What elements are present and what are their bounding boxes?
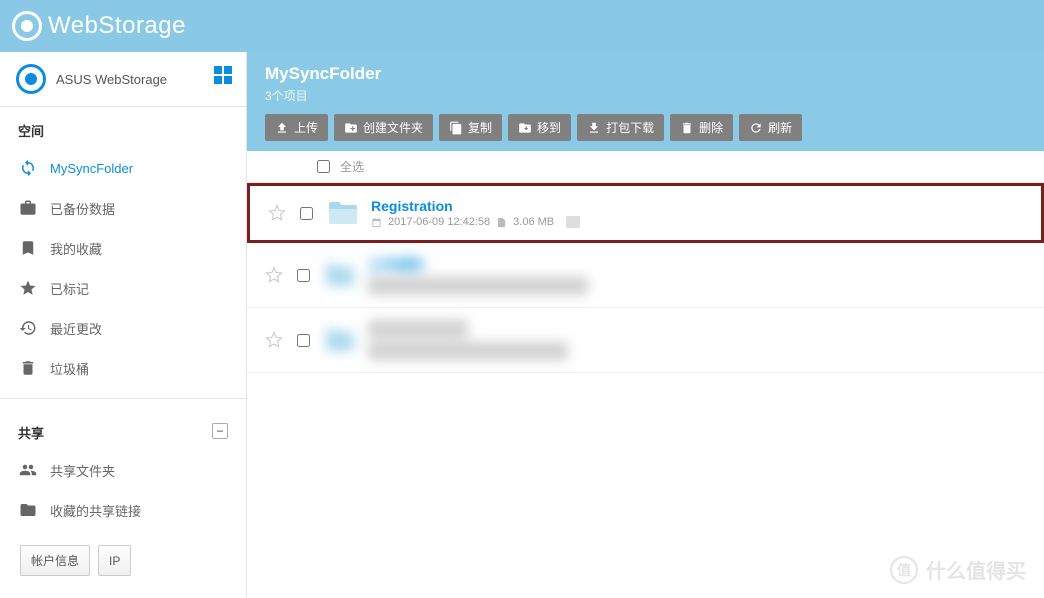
row-checkbox[interactable] xyxy=(297,269,310,282)
delete-button[interactable]: 删除 xyxy=(670,114,733,141)
folder-icon xyxy=(324,327,356,353)
file-row[interactable]: Registration 2017-06-09 12:42:58 3.06 MB xyxy=(247,183,1044,243)
row-checkbox[interactable] xyxy=(297,334,310,347)
account-icon xyxy=(16,64,46,94)
calendar-icon xyxy=(371,217,382,228)
account-name: ASUS WebStorage xyxy=(56,72,167,87)
star-toggle-icon[interactable] xyxy=(268,204,286,222)
sync-icon xyxy=(18,158,38,178)
file-name: Registration xyxy=(371,198,1023,214)
select-all-row: 全选 xyxy=(247,151,1044,183)
folder-icon xyxy=(324,262,356,288)
sidebar-item-tagged[interactable]: 已标记 xyxy=(0,268,246,308)
app-header: WebStorage xyxy=(0,0,1044,52)
users-icon xyxy=(18,460,38,480)
star-toggle-icon[interactable] xyxy=(265,331,283,349)
collapse-icon[interactable]: − xyxy=(212,423,228,439)
logo-icon xyxy=(12,11,42,41)
row-checkbox[interactable] xyxy=(300,207,313,220)
sidebar-footer: 帐户信息 IP xyxy=(20,545,131,576)
new-folder-button[interactable]: 创建文件夹 xyxy=(334,114,433,141)
sidebar-item-shared-links[interactable]: 收藏的共享链接 xyxy=(0,490,246,530)
account-row[interactable]: ASUS WebStorage xyxy=(0,52,246,107)
file-date: 2017-06-09 12:42:58 xyxy=(388,216,490,228)
sidebar-item-shared-folder[interactable]: 共享文件夹 xyxy=(0,450,246,490)
clock-icon xyxy=(18,318,38,338)
sidebar: ASUS WebStorage 空间 MySyncFolder 已备份数据 我的… xyxy=(0,52,247,598)
sidebar-item-label: 已备份数据 xyxy=(50,199,115,218)
section-space: 空间 xyxy=(0,107,246,148)
file-row[interactable]: 工作资料 xyxy=(247,243,1044,308)
main-header: MySyncFolder 3个项目 xyxy=(247,52,1044,114)
briefcase-icon xyxy=(18,198,38,218)
file-info: 工作资料 xyxy=(368,255,1026,295)
trash-icon xyxy=(18,358,38,378)
toolbar: 上传 创建文件夹 复制 移到 打包下载 删除 刷新 xyxy=(247,114,1044,151)
sidebar-item-label: MySyncFolder xyxy=(50,161,133,176)
link-folder-icon xyxy=(18,500,38,520)
item-count: 3个项目 xyxy=(265,87,1026,104)
sidebar-item-backup[interactable]: 已备份数据 xyxy=(0,188,246,228)
star-toggle-icon[interactable] xyxy=(265,266,283,284)
upload-button[interactable]: 上传 xyxy=(265,114,328,141)
file-info: Registration 2017-06-09 12:42:58 3.06 MB xyxy=(371,198,1023,228)
sidebar-item-label: 我的收藏 xyxy=(50,239,102,258)
sidebar-item-label: 收藏的共享链接 xyxy=(50,501,141,520)
brand-name: WebStorage xyxy=(48,12,186,40)
section-share: 共享 − xyxy=(0,409,246,450)
sidebar-item-recent[interactable]: 最近更改 xyxy=(0,308,246,348)
sidebar-item-label: 垃圾桶 xyxy=(50,359,89,378)
ip-button[interactable]: IP xyxy=(98,545,131,576)
file-name: 工作资料 xyxy=(368,255,1026,275)
sidebar-item-label: 共享文件夹 xyxy=(50,461,115,480)
file-row[interactable] xyxy=(247,308,1044,373)
divider xyxy=(0,398,246,399)
download-button[interactable]: 打包下载 xyxy=(577,114,664,141)
comment-icon[interactable] xyxy=(566,216,580,228)
grid-view-icon[interactable] xyxy=(214,66,232,84)
sidebar-item-favorites[interactable]: 我的收藏 xyxy=(0,228,246,268)
page-title: MySyncFolder xyxy=(265,64,1026,84)
account-info-button[interactable]: 帐户信息 xyxy=(20,545,90,576)
select-all-checkbox[interactable] xyxy=(317,160,330,173)
file-icon xyxy=(496,217,507,228)
bookmark-icon xyxy=(18,238,38,258)
copy-button[interactable]: 复制 xyxy=(439,114,502,141)
file-info xyxy=(368,320,1026,360)
main-panel: MySyncFolder 3个项目 上传 创建文件夹 复制 移到 打包下载 删除… xyxy=(247,52,1044,598)
file-list: Registration 2017-06-09 12:42:58 3.06 MB… xyxy=(247,183,1044,598)
refresh-button[interactable]: 刷新 xyxy=(739,114,802,141)
folder-icon xyxy=(327,200,359,226)
sidebar-item-mysyncfolder[interactable]: MySyncFolder xyxy=(0,148,246,188)
file-size: 3.06 MB xyxy=(513,216,554,228)
select-all-label: 全选 xyxy=(340,158,364,175)
file-meta: 2017-06-09 12:42:58 3.06 MB xyxy=(371,216,1023,228)
sidebar-item-trash[interactable]: 垃圾桶 xyxy=(0,348,246,388)
move-button[interactable]: 移到 xyxy=(508,114,571,141)
sidebar-item-label: 已标记 xyxy=(50,279,89,298)
sidebar-item-label: 最近更改 xyxy=(50,319,102,338)
star-icon xyxy=(18,278,38,298)
